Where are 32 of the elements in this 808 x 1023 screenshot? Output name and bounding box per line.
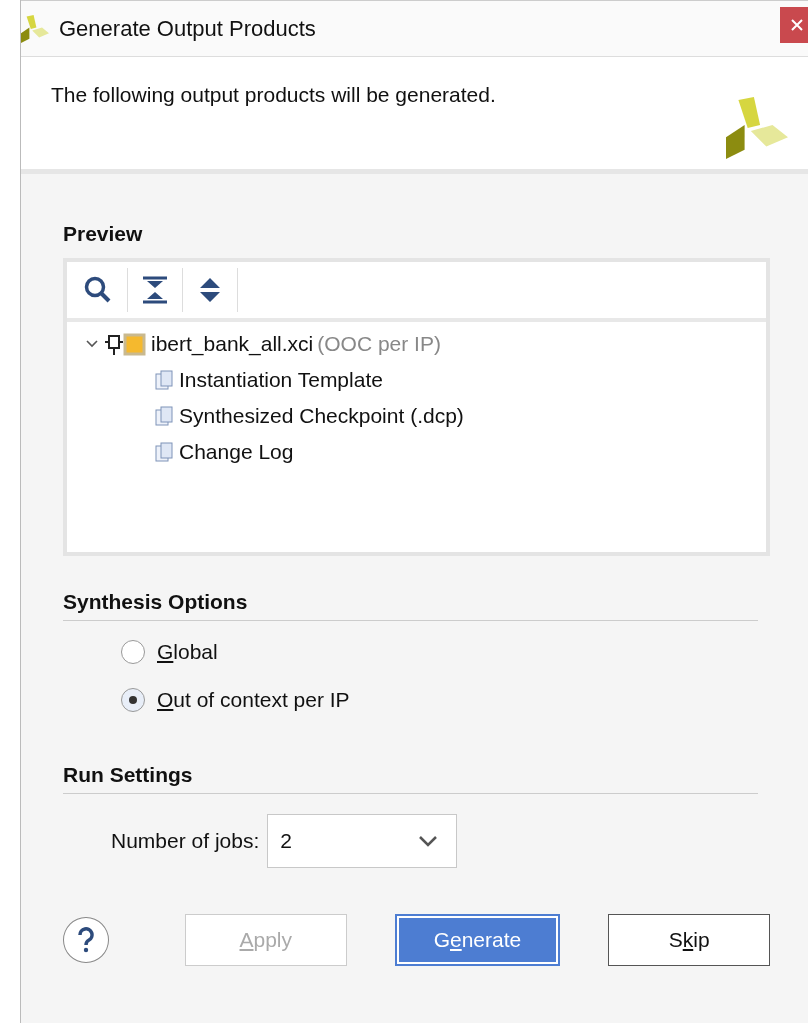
tree-item[interactable]: Synthesized Checkpoint (.dcp) <box>179 404 464 428</box>
ip-icon <box>103 332 147 356</box>
window-title: Generate Output Products <box>59 15 317 42</box>
document-icon <box>153 405 175 427</box>
help-button[interactable] <box>63 917 109 963</box>
app-logo-icon <box>21 14 49 43</box>
radio-button[interactable] <box>121 688 145 712</box>
collapse-all-icon <box>142 276 168 304</box>
tree-item[interactable]: Change Log <box>179 440 294 464</box>
tree-item-note: (OOC per IP) <box>317 332 441 356</box>
section-title: Preview <box>63 222 144 246</box>
close-icon <box>790 18 804 32</box>
tree-item[interactable]: Instantiation Template <box>179 368 383 392</box>
chevron-down-icon <box>418 835 439 847</box>
logo-icon <box>726 97 788 159</box>
tree-item[interactable]: ibert_bank_all.xci <box>151 332 314 356</box>
section-title: Synthesis Options <box>63 590 248 613</box>
document-icon <box>153 369 175 391</box>
document-icon <box>153 441 175 463</box>
radio-label[interactable]: Out of context per IP <box>157 688 350 712</box>
close-button[interactable] <box>780 7 808 43</box>
field-label: Number of jobs: <box>111 829 260 853</box>
dialog-button[interactable]: Skip <box>608 914 770 966</box>
dialog-button[interactable]: Generate <box>394 914 561 966</box>
radio-button[interactable] <box>121 640 145 664</box>
search-icon <box>83 275 113 305</box>
radio-label[interactable]: Global <box>157 640 218 664</box>
collapse-all-button[interactable] <box>142 268 183 312</box>
jobs-dropdown[interactable]: 2 <box>267 814 458 868</box>
search-button[interactable] <box>83 268 128 312</box>
header-message: The following output products will be generated. <box>51 83 496 108</box>
section-title: Run Settings <box>63 763 193 786</box>
